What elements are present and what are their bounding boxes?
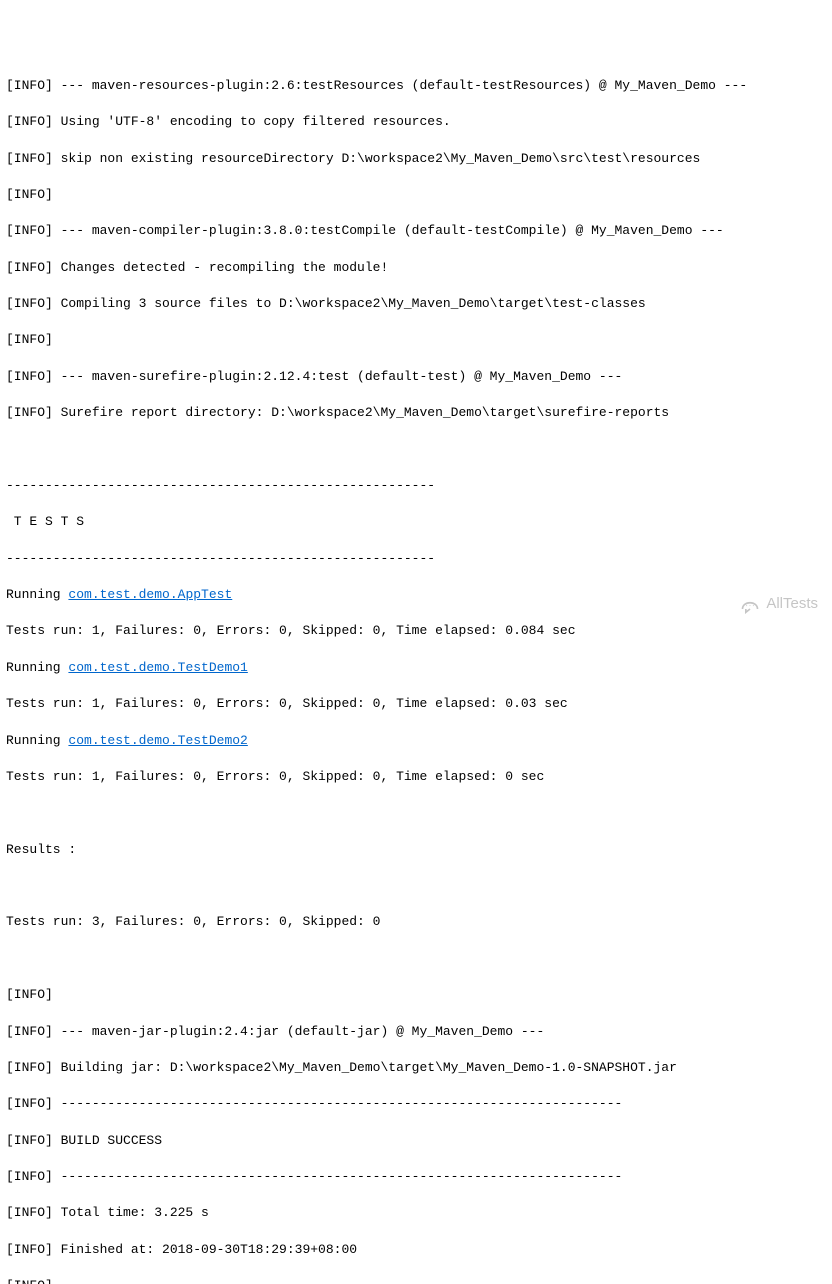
blank-line	[6, 877, 826, 895]
blank-line	[6, 804, 826, 822]
separator-line: ----------------------------------------…	[6, 550, 826, 568]
log-line: [INFO] --- maven-jar-plugin:2.4:jar (def…	[6, 1023, 826, 1041]
test-result-line: Tests run: 1, Failures: 0, Errors: 0, Sk…	[6, 695, 826, 713]
log-line: [INFO] --- maven-surefire-plugin:2.12.4:…	[6, 368, 826, 386]
test-class-link[interactable]: com.test.demo.TestDemo2	[68, 733, 247, 748]
test-result-line: Tests run: 1, Failures: 0, Errors: 0, Sk…	[6, 768, 826, 786]
log-line: [INFO] Surefire report directory: D:\wor…	[6, 404, 826, 422]
test-running-line: Running com.test.demo.AppTest	[6, 586, 826, 604]
blank-line	[6, 441, 826, 459]
log-line: [INFO] Changes detected - recompiling th…	[6, 259, 826, 277]
log-line: [INFO] Building jar: D:\workspace2\My_Ma…	[6, 1059, 826, 1077]
test-running-line: Running com.test.demo.TestDemo1	[6, 659, 826, 677]
results-label: Results :	[6, 841, 826, 859]
log-line: [INFO] Finished at: 2018-09-30T18:29:39+…	[6, 1241, 826, 1259]
log-line: [INFO] skip non existing resourceDirecto…	[6, 150, 826, 168]
log-line: [INFO] --- maven-resources-plugin:2.6:te…	[6, 77, 826, 95]
build-success-line: [INFO] BUILD SUCCESS	[6, 1132, 826, 1150]
log-line: [INFO] --- maven-compiler-plugin:3.8.0:t…	[6, 222, 826, 240]
log-line: [INFO] Using 'UTF-8' encoding to copy fi…	[6, 113, 826, 131]
log-line: [INFO]	[6, 986, 826, 1004]
test-class-link[interactable]: com.test.demo.AppTest	[68, 587, 232, 602]
running-label: Running	[6, 660, 68, 675]
log-line: [INFO] ---------------------------------…	[6, 1168, 826, 1186]
tests-header: T E S T S	[6, 513, 826, 531]
running-label: Running	[6, 587, 68, 602]
log-line: [INFO]	[6, 186, 826, 204]
separator-line: ----------------------------------------…	[6, 477, 826, 495]
test-result-line: Tests run: 1, Failures: 0, Errors: 0, Sk…	[6, 622, 826, 640]
running-label: Running	[6, 733, 68, 748]
results-summary: Tests run: 3, Failures: 0, Errors: 0, Sk…	[6, 913, 826, 931]
test-class-link[interactable]: com.test.demo.TestDemo1	[68, 660, 247, 675]
blank-line	[6, 950, 826, 968]
log-line: [INFO] Compiling 3 source files to D:\wo…	[6, 295, 826, 313]
log-line: [INFO]	[6, 331, 826, 349]
log-line: [INFO] Total time: 3.225 s	[6, 1204, 826, 1222]
log-line: [INFO] ---------------------------------…	[6, 1095, 826, 1113]
log-line: [INFO] ---------------------------------…	[6, 1277, 826, 1284]
test-running-line: Running com.test.demo.TestDemo2	[6, 732, 826, 750]
